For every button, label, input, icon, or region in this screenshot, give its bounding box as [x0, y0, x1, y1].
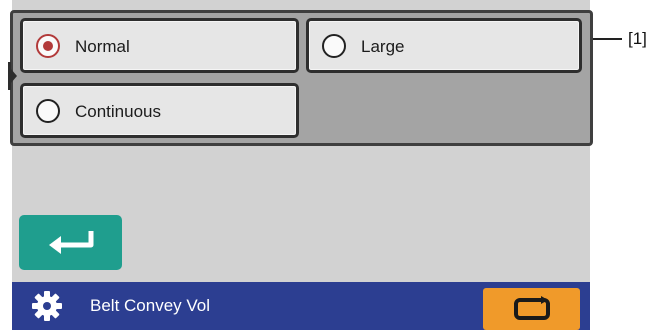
bottom-bar: Belt Convey Vol — [12, 282, 590, 330]
option-normal[interactable]: Normal — [20, 18, 299, 73]
belt-conveyor-button[interactable] — [483, 288, 580, 330]
enter-arrow-icon — [49, 231, 94, 254]
enter-button[interactable] — [19, 215, 122, 270]
option-normal-label: Normal — [75, 37, 130, 56]
radio-normal[interactable] — [36, 34, 60, 58]
callout-label: [1] — [628, 29, 647, 48]
bottom-bar-title: Belt Convey Vol — [90, 296, 211, 315]
option-continuous-label: Continuous — [75, 102, 162, 121]
option-continuous[interactable]: Continuous — [20, 83, 299, 138]
left-marker — [8, 62, 17, 90]
option-large-label: Large — [361, 37, 405, 56]
radio-large[interactable] — [322, 34, 346, 58]
option-panel: Normal Large Continuous — [10, 10, 593, 146]
radio-continuous[interactable] — [36, 99, 60, 123]
option-large[interactable]: Large — [306, 18, 582, 73]
gear-icon — [32, 291, 62, 321]
belt-conveyor-icon — [514, 296, 550, 320]
callout-line — [593, 38, 622, 40]
